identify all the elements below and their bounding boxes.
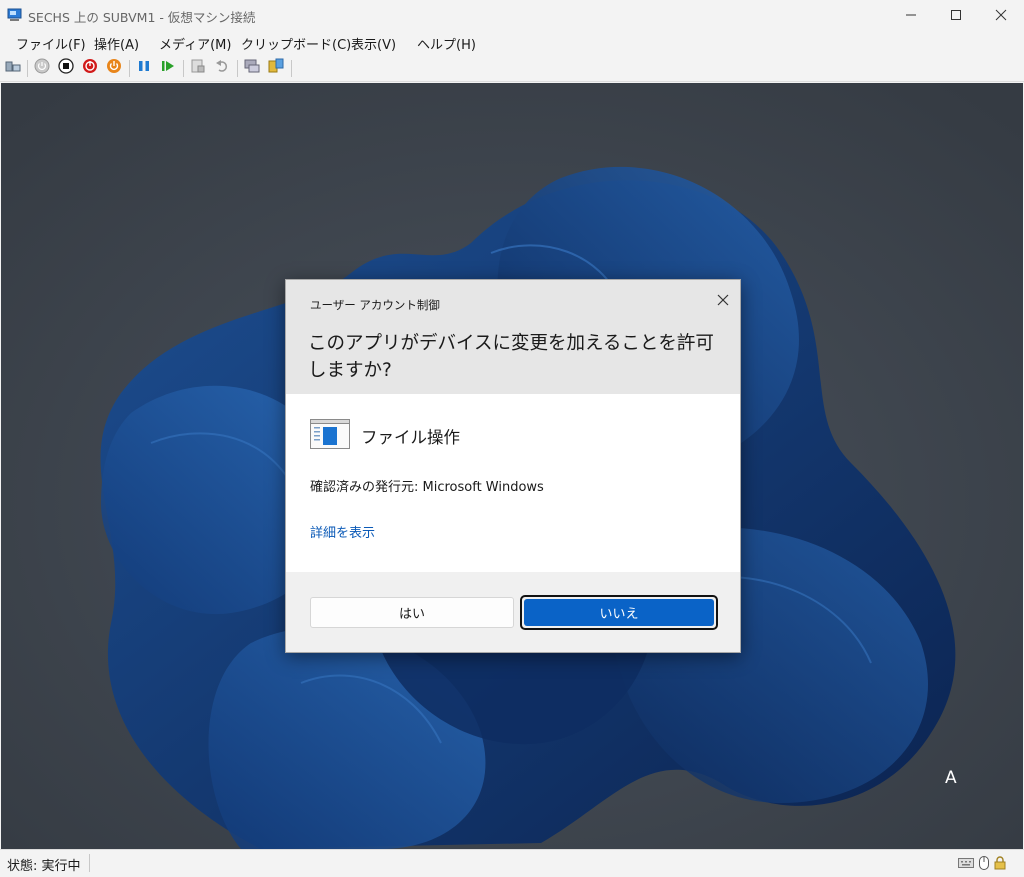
- uac-app-name: ファイル操作: [361, 428, 460, 447]
- ctrl-alt-del-icon: [5, 58, 21, 78]
- uac-question: このアプリがデバイスに変更を加えることを許可しますか?: [308, 333, 714, 381]
- lock-icon: [994, 856, 1006, 870]
- start-icon: [34, 58, 50, 78]
- file-operation-icon: [310, 419, 350, 449]
- shutdown-icon: [82, 58, 98, 78]
- power-save-icon: [106, 58, 122, 78]
- enhanced-session-button[interactable]: [243, 59, 261, 77]
- menu-action[interactable]: 操作(A): [94, 34, 139, 53]
- turn-off-icon: [58, 58, 74, 78]
- toolbar: [0, 55, 1024, 82]
- no-button[interactable]: いいえ: [524, 599, 714, 626]
- uac-dialog: ユーザー アカウント制御 このアプリがデバイスに変更を加えることを許可しますか?…: [285, 279, 741, 653]
- menu-bar: ファイル(F) 操作(A) メディア(M) クリップボード(C) 表示(V) ヘ…: [0, 30, 1024, 55]
- toolbar-separator: [237, 60, 238, 77]
- pause-icon: [136, 58, 152, 78]
- toolbar-separator: [183, 60, 184, 77]
- resume-icon: [160, 58, 176, 78]
- checkpoint-icon: [190, 58, 206, 78]
- vm-status: 状態: 実行中: [7, 859, 81, 874]
- maximize-icon: [950, 6, 962, 25]
- toolbar-separator: [27, 60, 28, 77]
- ctrl-alt-del-button[interactable]: [4, 59, 22, 77]
- yes-button[interactable]: はい: [310, 597, 514, 628]
- enhanced-session-icon: [244, 58, 260, 78]
- keyboard-icon: [958, 856, 974, 870]
- pause-button[interactable]: [135, 59, 153, 77]
- status-separator: [89, 854, 90, 872]
- maximize-button[interactable]: [933, 0, 979, 30]
- mouse-icon: [979, 856, 989, 870]
- menu-help[interactable]: ヘルプ(H): [417, 34, 476, 53]
- uac-caption: ユーザー アカウント制御: [310, 298, 440, 312]
- title-bar: SECHS 上の SUBVM1 - 仮想マシン接続: [0, 0, 1024, 30]
- menu-file[interactable]: ファイル(F): [16, 34, 86, 53]
- share-icon: [268, 58, 284, 78]
- menu-view[interactable]: 表示(V): [351, 34, 396, 53]
- uac-close-button[interactable]: [712, 289, 734, 311]
- checkpoint-button[interactable]: [189, 59, 207, 77]
- close-icon: [717, 291, 729, 310]
- revert-icon: [214, 58, 230, 78]
- toolbar-separator: [291, 60, 292, 77]
- minimize-button[interactable]: [888, 0, 934, 30]
- turn-off-button[interactable]: [57, 58, 75, 78]
- shutdown-button[interactable]: [81, 59, 99, 77]
- show-details-link[interactable]: 詳細を表示: [310, 522, 375, 541]
- power-save-button[interactable]: [105, 59, 123, 77]
- text-cursor: A: [945, 768, 957, 788]
- status-bar: 状態: 実行中: [0, 849, 1024, 877]
- minimize-icon: [905, 6, 917, 25]
- share-button[interactable]: [267, 58, 285, 78]
- vm-connection-icon: [7, 7, 23, 23]
- resume-button[interactable]: [159, 59, 177, 77]
- uac-publisher: 確認済みの発行元: Microsoft Windows: [310, 480, 544, 495]
- no-button-focus-ring: いいえ: [520, 595, 718, 630]
- menu-media[interactable]: メディア(M): [159, 34, 231, 53]
- window-title: SECHS 上の SUBVM1 - 仮想マシン接続: [28, 10, 256, 25]
- start-button[interactable]: [33, 58, 51, 78]
- uac-header: ユーザー アカウント制御 このアプリがデバイスに変更を加えることを許可しますか?: [286, 280, 740, 394]
- close-button[interactable]: [978, 0, 1024, 30]
- toolbar-separator: [129, 60, 130, 77]
- close-icon: [995, 6, 1007, 25]
- menu-clipboard[interactable]: クリップボード(C): [241, 34, 351, 53]
- revert-button[interactable]: [213, 59, 231, 77]
